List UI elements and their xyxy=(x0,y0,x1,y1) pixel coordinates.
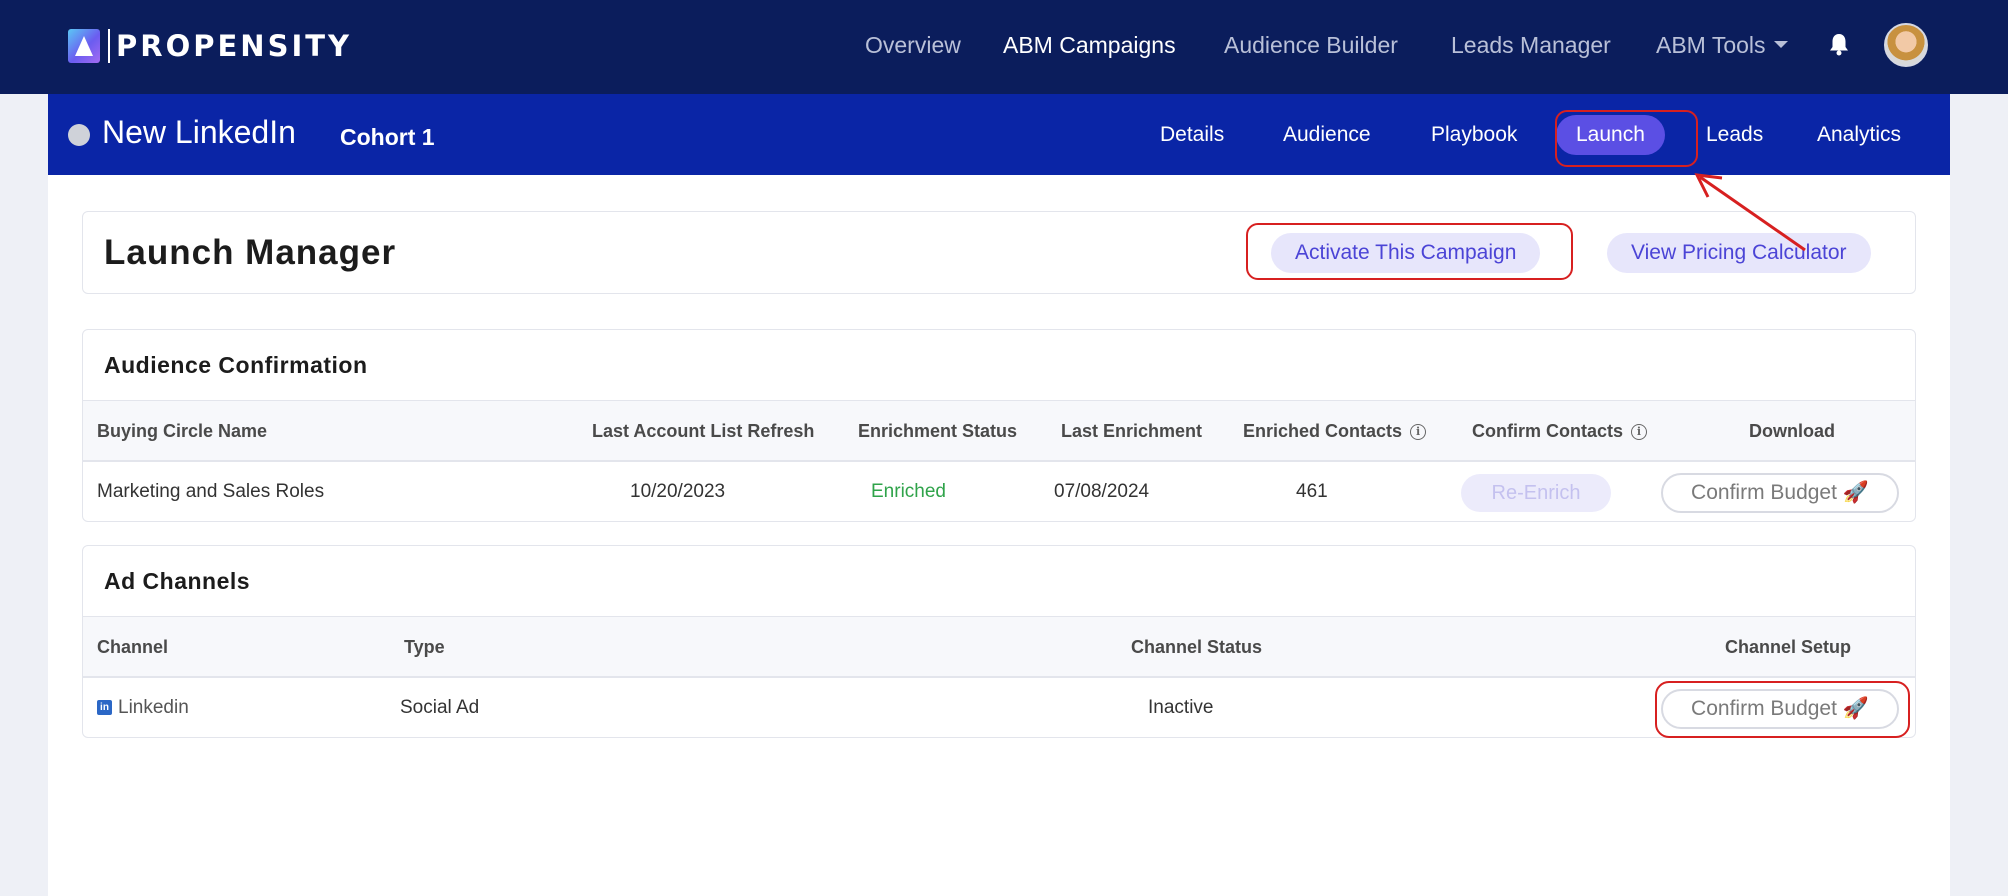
channel-type: Social Ad xyxy=(400,697,480,718)
column-header: Channel xyxy=(97,637,169,657)
nav-overview[interactable]: Overview xyxy=(865,32,961,59)
column-header: Enriched Contacts i xyxy=(1243,421,1427,442)
page-title: Launch Manager xyxy=(104,233,397,272)
column-header: Channel Status xyxy=(1131,637,1263,657)
channel-name[interactable]: in Linkedin xyxy=(97,697,189,719)
tab-analytics[interactable]: Analytics xyxy=(1817,123,1901,147)
buying-circle-name: Marketing and Sales Roles xyxy=(97,481,325,502)
channel-confirm-budget-button[interactable]: Confirm Budget 🚀 xyxy=(1661,689,1899,729)
column-header: Download xyxy=(1749,421,1835,441)
campaign-status-dot xyxy=(68,124,90,146)
nav-abm-tools[interactable]: ABM Tools xyxy=(1656,32,1788,59)
audience-confirmation-card: Audience Confirmation Buying Circle Name… xyxy=(82,329,1916,522)
nav-audience-builder[interactable]: Audience Builder xyxy=(1224,32,1398,59)
main-panel: Launch Manager Activate This Campaign Vi… xyxy=(48,175,1950,896)
nav-abm-campaigns[interactable]: ABM Campaigns xyxy=(1003,32,1176,59)
launch-manager-card: Launch Manager Activate This Campaign Vi… xyxy=(82,211,1916,294)
column-header: Channel Setup xyxy=(1725,637,1852,657)
enrichment-status: Enriched xyxy=(871,481,946,502)
logo-mark-icon xyxy=(68,29,100,63)
activate-campaign-button[interactable]: Activate This Campaign xyxy=(1271,233,1541,273)
brand-name: PROPENSITY xyxy=(116,29,353,63)
audience-confirmation-title: Audience Confirmation xyxy=(104,352,368,378)
re-enrich-button[interactable]: Re-Enrich xyxy=(1461,474,1611,512)
view-pricing-calculator-button[interactable]: View Pricing Calculator xyxy=(1607,233,1871,273)
brand-logo[interactable]: PROPENSITY xyxy=(68,27,352,65)
linkedin-icon: in xyxy=(97,700,112,716)
channel-status: Inactive xyxy=(1148,697,1214,718)
column-header: Type xyxy=(404,637,445,657)
audience-table-header: Buying Circle Name Last Account List Ref… xyxy=(83,400,1915,462)
last-enrichment: 07/08/2024 xyxy=(1054,481,1150,502)
user-avatar[interactable] xyxy=(1884,23,1928,67)
campaign-cohort: Cohort 1 xyxy=(340,124,435,150)
tab-leads[interactable]: Leads xyxy=(1706,123,1763,147)
campaign-name: New LinkedIn xyxy=(102,114,296,150)
tab-audience[interactable]: Audience xyxy=(1283,123,1371,147)
confirm-budget-button[interactable]: Confirm Budget 🚀 xyxy=(1661,473,1899,513)
table-row: Marketing and Sales Roles 10/20/2023 Enr… xyxy=(83,462,1915,522)
top-navigation: PROPENSITY Overview ABM Campaigns Audien… xyxy=(0,0,2008,94)
chevron-down-icon xyxy=(1773,41,1788,49)
nav-leads-manager[interactable]: Leads Manager xyxy=(1451,32,1611,59)
column-header: Buying Circle Name xyxy=(97,421,268,441)
ad-channels-card: Ad Channels Channel Type Channel Status … xyxy=(82,545,1916,738)
annotation-launch-highlight xyxy=(1555,110,1698,167)
last-account-refresh: 10/20/2023 xyxy=(630,481,726,502)
column-header: Last Account List Refresh xyxy=(592,421,815,441)
info-icon[interactable]: i xyxy=(1631,424,1648,441)
ad-channels-title: Ad Channels xyxy=(104,568,251,594)
column-header: Enrichment Status xyxy=(858,421,1018,441)
column-header: Confirm Contacts i xyxy=(1472,421,1648,442)
tab-details[interactable]: Details xyxy=(1160,123,1224,147)
bell-icon[interactable] xyxy=(1828,32,1850,56)
enriched-contacts-count: 461 xyxy=(1296,481,1328,502)
info-icon[interactable]: i xyxy=(1410,424,1427,441)
table-row: in Linkedin Social Ad Inactive Confirm Bu… xyxy=(83,678,1915,738)
tab-playbook[interactable]: Playbook xyxy=(1431,123,1517,147)
column-header: Last Enrichment xyxy=(1061,421,1203,441)
channels-table-header: Channel Type Channel Status Channel Setu… xyxy=(83,616,1915,678)
